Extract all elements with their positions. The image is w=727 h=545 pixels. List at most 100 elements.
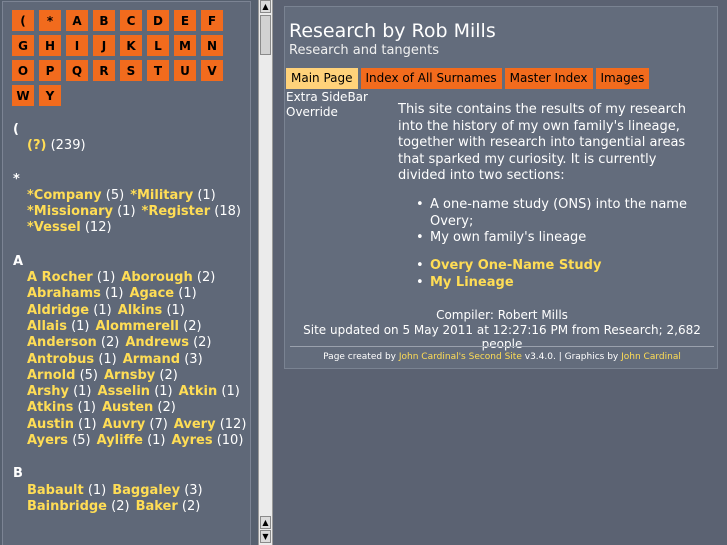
- tab-index-of-all-surnames[interactable]: Index of All Surnames: [360, 68, 502, 89]
- surname-link[interactable]: Ayers: [27, 433, 68, 448]
- alpha-button[interactable]: D: [147, 10, 169, 31]
- surname-link[interactable]: Babault: [27, 483, 84, 498]
- alpha-button[interactable]: I: [66, 35, 88, 56]
- surname-link[interactable]: A Rocher: [27, 270, 93, 285]
- surname-link[interactable]: Andrews: [125, 335, 189, 350]
- scroll-up-arrow-icon[interactable]: ▲: [260, 516, 271, 529]
- surname-count: (239): [50, 138, 86, 154]
- alpha-button[interactable]: R: [93, 60, 115, 81]
- surname-link[interactable]: Arshy: [27, 384, 69, 399]
- alpha-button[interactable]: P: [39, 60, 61, 81]
- surname-link[interactable]: Allais: [27, 319, 67, 334]
- surname-link[interactable]: Agace: [129, 286, 174, 301]
- surname-link[interactable]: Ayliffe: [97, 433, 143, 448]
- surname-link[interactable]: Avery: [174, 417, 216, 432]
- surname-link[interactable]: Atkin: [179, 384, 218, 399]
- alpha-button[interactable]: T: [147, 60, 169, 81]
- alpha-button[interactable]: S: [120, 60, 142, 81]
- alpha-button[interactable]: E: [174, 10, 196, 31]
- surname-link[interactable]: *Register: [142, 204, 211, 219]
- second-site-link[interactable]: John Cardinal's Second Site: [399, 352, 522, 362]
- surname-count: (12): [84, 220, 112, 236]
- surname-link[interactable]: Atkins: [27, 400, 73, 415]
- surname-row: Austin (1) Auvry (7) Avery (12): [27, 417, 253, 433]
- compiler-text: Compiler: Robert Mills: [436, 308, 568, 322]
- link-item: Overy One-Name Study: [416, 258, 601, 275]
- surname-link[interactable]: Aldridge: [27, 303, 89, 318]
- scroll-down-arrow-icon[interactable]: ▼: [260, 530, 271, 543]
- index-section-rows: *Company (5) *Military (1) *Missionary (1)…: [13, 188, 253, 237]
- surname-count: (2): [193, 335, 212, 351]
- alpha-button[interactable]: A: [66, 10, 88, 31]
- scrollbar-thumb[interactable]: [260, 15, 271, 55]
- alpha-button[interactable]: M: [174, 35, 196, 56]
- surname-link[interactable]: Alommerell: [96, 319, 180, 334]
- surname-link[interactable]: *Company: [27, 188, 102, 203]
- surname-link[interactable]: Auvry: [103, 417, 146, 432]
- surname-row: A Rocher (1) Aborough (2): [27, 270, 253, 286]
- surname-count: (1): [77, 400, 96, 416]
- surname-link[interactable]: Austin: [27, 417, 74, 432]
- surname-link[interactable]: *Missionary: [27, 204, 113, 219]
- alpha-button[interactable]: K: [120, 35, 142, 56]
- alpha-button[interactable]: G: [12, 35, 34, 56]
- tab-images[interactable]: Images: [595, 68, 650, 89]
- overy-study-link[interactable]: Overy One-Name Study: [430, 258, 601, 273]
- surname-link[interactable]: Ayres: [172, 433, 213, 448]
- surname-count: (18): [214, 204, 241, 220]
- graphics-author-link[interactable]: John Cardinal: [621, 352, 681, 362]
- surname-count: (1): [117, 204, 136, 220]
- alpha-button[interactable]: N: [201, 35, 223, 56]
- surname-count: (2): [196, 270, 216, 286]
- alpha-button[interactable]: B: [93, 10, 115, 31]
- alpha-button[interactable]: W: [12, 85, 34, 106]
- surname-link[interactable]: Asselin: [98, 384, 151, 399]
- surname-link[interactable]: Arnsby: [104, 368, 155, 383]
- index-section-rows: Babault (1) Baggaley (3) Bainbridge (2) Bak…: [13, 483, 253, 516]
- credits-version: v3.4.0. | Graphics by: [524, 352, 619, 362]
- surname-count: (5): [72, 433, 91, 449]
- scroll-up-arrow-icon[interactable]: ▲: [260, 0, 271, 13]
- surname-link[interactable]: Antrobus: [27, 352, 94, 367]
- surname-link[interactable]: (?): [27, 138, 46, 153]
- my-lineage-link[interactable]: My Lineage: [430, 275, 514, 290]
- alpha-button[interactable]: H: [39, 35, 61, 56]
- alpha-button[interactable]: C: [120, 10, 142, 31]
- frame-scrollbar[interactable]: ▲ ▲ ▼: [258, 0, 273, 545]
- index-section-heading: A: [13, 253, 24, 269]
- alpha-button[interactable]: L: [147, 35, 169, 56]
- surname-count: (1): [87, 482, 107, 498]
- surname-link[interactable]: Armand: [123, 352, 180, 367]
- surname-link[interactable]: Aborough: [121, 270, 192, 285]
- alpha-button[interactable]: O: [12, 60, 34, 81]
- alpha-button[interactable]: Q: [66, 60, 88, 81]
- alpha-button[interactable]: U: [174, 60, 196, 81]
- surname-count: (2): [100, 335, 120, 351]
- tab-main-page[interactable]: Main Page: [286, 68, 358, 89]
- surname-link[interactable]: Arnold: [27, 368, 75, 383]
- surname-link[interactable]: Baker: [136, 499, 178, 514]
- surname-link[interactable]: Anderson: [27, 335, 97, 350]
- alpha-button[interactable]: (: [12, 10, 34, 31]
- surname-link[interactable]: Abrahams: [27, 286, 101, 301]
- sidebar-note-line: Extra SideBar: [286, 90, 368, 104]
- alpha-button[interactable]: Y: [39, 85, 61, 106]
- surname-link[interactable]: Alkins: [118, 303, 163, 318]
- index-section-rows: (?) (239): [13, 138, 253, 154]
- surname-link[interactable]: *Vessel: [27, 220, 81, 235]
- surname-row: (?) (239): [27, 138, 253, 154]
- tab-master-index[interactable]: Master Index: [504, 68, 593, 89]
- alpha-button[interactable]: F: [201, 10, 223, 31]
- surname-link[interactable]: Baggaley: [112, 483, 180, 498]
- alpha-button[interactable]: J: [93, 35, 115, 56]
- surname-link[interactable]: Austen: [102, 400, 153, 415]
- surname-count: (3): [184, 482, 203, 498]
- index-section-heading: (: [13, 122, 19, 137]
- main-tabs: Main Page Index of All Surnames Master Ind…: [286, 68, 652, 89]
- surname-link[interactable]: Bainbridge: [27, 499, 107, 514]
- sidebar-note-line: Override: [286, 105, 338, 119]
- alpha-button[interactable]: V: [201, 60, 223, 81]
- surname-row: Antrobus (1) Armand (3): [27, 352, 253, 368]
- alpha-button[interactable]: *: [39, 10, 61, 31]
- surname-link[interactable]: *Military: [130, 188, 193, 203]
